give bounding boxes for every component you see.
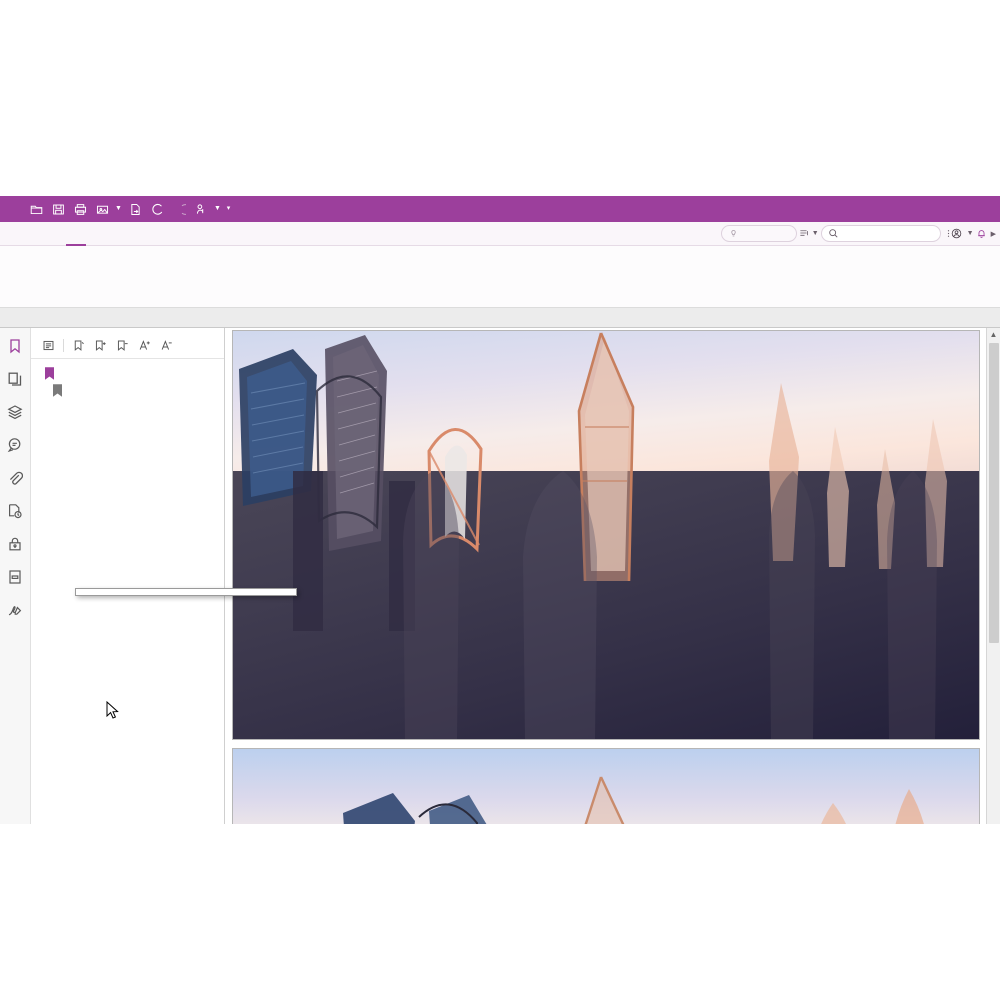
document-column-1 bbox=[476, 528, 606, 537]
navigation-rail bbox=[0, 328, 31, 824]
pdf-page-1 bbox=[232, 330, 980, 740]
menu-item-view[interactable] bbox=[126, 222, 146, 246]
quick-access-toolbar: ▼ ▼ ▾ bbox=[0, 199, 233, 219]
layers-rail-icon[interactable] bbox=[4, 401, 26, 423]
email-icon[interactable] bbox=[92, 199, 112, 219]
find-input[interactable] bbox=[820, 225, 941, 242]
bookmarks-list bbox=[31, 359, 224, 400]
pages-rail-icon[interactable] bbox=[4, 368, 26, 390]
comments-rail-icon[interactable] bbox=[4, 434, 26, 456]
ribbon-toolbar bbox=[0, 246, 1000, 308]
menu-item-form[interactable] bbox=[146, 222, 166, 246]
menu-item-convert[interactable] bbox=[46, 222, 66, 246]
tab-overflow-icon[interactable] bbox=[992, 324, 1000, 327]
bookmark-context-menu bbox=[75, 588, 297, 596]
bookmark-item[interactable] bbox=[45, 383, 224, 400]
menu-item-share[interactable] bbox=[186, 222, 206, 246]
pdf-page-2 bbox=[232, 748, 980, 824]
menu-item-comment[interactable] bbox=[106, 222, 126, 246]
undo-icon[interactable] bbox=[147, 199, 167, 219]
fields-rail-icon[interactable] bbox=[4, 566, 26, 588]
delete-bookmark-icon[interactable] bbox=[115, 338, 130, 353]
toolbar-divider bbox=[63, 339, 64, 352]
bookmarks-toolbar bbox=[31, 338, 224, 359]
account-caret-icon[interactable]: ▼ bbox=[967, 230, 974, 237]
skyline-illustration bbox=[343, 776, 924, 824]
bookmark-item[interactable] bbox=[45, 366, 224, 383]
attachments-rail-icon[interactable] bbox=[4, 467, 26, 489]
search-options-icon[interactable] bbox=[799, 228, 810, 239]
document-vertical-scrollbar[interactable]: ▲ bbox=[986, 328, 1000, 824]
open-icon[interactable] bbox=[26, 199, 46, 219]
notifications-icon[interactable] bbox=[976, 228, 989, 239]
document-column-3 bbox=[806, 528, 936, 537]
menu-bar: ▼ ▼ ▶ bbox=[0, 222, 1000, 246]
bookmarks-panel-title bbox=[31, 328, 224, 338]
main-body: ▲ bbox=[0, 328, 1000, 824]
bookmarks-rail-icon[interactable] bbox=[4, 335, 26, 357]
touch-mode-icon[interactable] bbox=[191, 199, 211, 219]
bookmark-marker-icon bbox=[45, 366, 54, 383]
document-scroll-area[interactable] bbox=[225, 328, 986, 824]
menu-item-edit[interactable] bbox=[66, 222, 86, 246]
security-rail-icon[interactable] bbox=[4, 533, 26, 555]
menu-item-protect[interactable] bbox=[166, 222, 186, 246]
foxit-pdf-editor-window: ▼ ▼ ▾ ▼ ▼ ▶ ▲ bbox=[0, 196, 1000, 824]
qat-overflow-icon[interactable]: ▾ bbox=[224, 199, 233, 219]
dark-band-illustration bbox=[403, 471, 937, 739]
menu-item-file[interactable] bbox=[6, 222, 26, 246]
save-icon[interactable] bbox=[48, 199, 68, 219]
tell-me-input[interactable] bbox=[720, 225, 797, 242]
menu-item-organize[interactable] bbox=[86, 222, 106, 246]
document-column-2 bbox=[641, 528, 771, 537]
menu-item-accessibility[interactable] bbox=[226, 222, 246, 246]
mouse-cursor bbox=[106, 701, 119, 719]
menu-item-home[interactable] bbox=[26, 222, 46, 246]
menu-item-connect[interactable] bbox=[206, 222, 226, 246]
new-bookmark-icon[interactable] bbox=[71, 338, 86, 353]
increase-font-icon[interactable] bbox=[137, 338, 152, 353]
title-bar: ▼ ▼ ▾ bbox=[0, 196, 1000, 222]
bookmarks-panel bbox=[31, 328, 225, 824]
add-child-bookmark-icon[interactable] bbox=[93, 338, 108, 353]
scroll-up-arrow-icon[interactable]: ▲ bbox=[990, 328, 998, 341]
menu-bar-right-tools: ▼ ▼ ▶ bbox=[720, 225, 1000, 242]
print-icon[interactable] bbox=[70, 199, 90, 219]
signatures-rail-icon[interactable] bbox=[4, 599, 26, 621]
notifications-caret-icon[interactable]: ▶ bbox=[991, 230, 996, 238]
window-controls bbox=[910, 196, 1000, 222]
restore-button[interactable] bbox=[940, 196, 970, 222]
redo-icon[interactable] bbox=[169, 199, 189, 219]
decrease-font-icon[interactable] bbox=[159, 338, 174, 353]
email-caret-icon[interactable]: ▼ bbox=[114, 199, 123, 219]
menu-item-help[interactable] bbox=[246, 222, 266, 246]
more-options-icon[interactable] bbox=[943, 228, 949, 239]
lightbulb-icon bbox=[728, 228, 739, 239]
search-icon bbox=[828, 228, 839, 239]
bookmark-options-icon[interactable] bbox=[41, 338, 56, 353]
search-options-caret-icon[interactable]: ▼ bbox=[812, 230, 819, 237]
new-from-file-icon[interactable] bbox=[125, 199, 145, 219]
document-viewport: ▲ bbox=[225, 328, 1000, 824]
document-tab-strip bbox=[0, 308, 1000, 328]
scrollbar-thumb[interactable] bbox=[988, 343, 999, 643]
bookmark-marker-icon bbox=[53, 383, 62, 400]
minimize-button[interactable] bbox=[910, 196, 940, 222]
touch-mode-caret-icon[interactable]: ▼ bbox=[213, 199, 222, 219]
close-button[interactable] bbox=[970, 196, 1000, 222]
account-icon[interactable] bbox=[951, 228, 965, 239]
stamps-rail-icon[interactable] bbox=[4, 500, 26, 522]
